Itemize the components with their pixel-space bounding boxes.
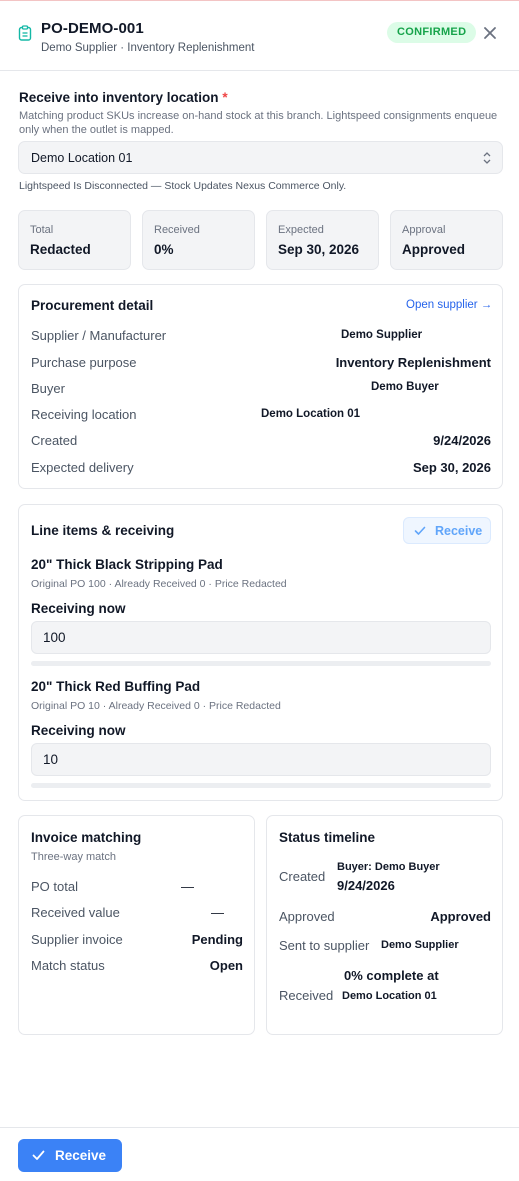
lightspeed-status-note: Lightspeed Is Disconnected — Stock Updat… [19,180,347,192]
clipboard-icon [18,25,32,41]
stat-label: Total [30,224,54,236]
line-item-meta: Original PO 100 · Already Received 0 · P… [31,578,287,590]
kv-value: Demo Supplier [341,329,423,341]
receive-button[interactable]: Receive [18,1139,122,1172]
kv-value: Demo Buyer [371,381,439,393]
stat-value: Redacted [30,242,91,257]
receiving-progress-bar [31,661,491,666]
kv-value: Inventory Replenishment [335,355,491,370]
receiving-qty-input[interactable] [31,743,491,776]
status-badge: CONFIRMED [387,22,477,43]
timeline-value: Approved [430,909,491,924]
status-timeline-title: Status timeline [279,830,376,845]
kv-label: Expected delivery [31,460,134,475]
receiving-qty-input[interactable] [31,621,491,654]
line-items-title: Line items & receiving [31,523,175,538]
kv-value: Pending [191,932,243,947]
receiving-progress-bar [31,783,491,788]
stat-value: 0% [154,242,174,257]
invoice-matching-card [18,815,255,1035]
check-icon [32,1150,45,1160]
close-icon[interactable] [481,24,499,42]
po-subtitle: Demo Supplier · Inventory Replenishment [41,42,255,54]
kv-label: Purchase purpose [31,355,137,370]
line-item-name: 20" Thick Red Buffing Pad [31,679,201,694]
stat-label: Expected [278,224,324,236]
receiving-now-label: Receiving now [31,601,126,616]
kv-value: — [181,879,194,894]
timeline-value: Buyer: Demo Buyer [337,861,440,873]
kv-label: Created [31,433,78,448]
kv-label: Received value [31,905,120,920]
chevron-up-down-icon [483,152,491,164]
line-item-meta: Original PO 10 · Already Received 0 · Pr… [31,700,281,712]
stat-total: Total Redacted [18,210,131,270]
kv-label: Match status [31,958,105,973]
po-number-title: PO-DEMO-001 [41,20,144,37]
stat-expected: Expected Sep 30, 2026 [266,210,379,270]
kv-label: PO total [31,879,78,894]
timeline-label: Received [279,988,334,1003]
stat-value: Sep 30, 2026 [278,242,360,257]
receive-items-button[interactable]: Receive [403,517,491,544]
timeline-label: Sent to supplier [279,938,370,953]
kv-label: Supplier invoice [31,932,123,947]
timeline-value: 9/24/2026 [337,878,395,893]
check-icon [414,526,426,535]
required-marker: * [222,90,228,105]
stat-label: Approval [402,224,446,236]
location-select[interactable]: Demo Location 01 [18,141,503,174]
stat-received: Received 0% [142,210,255,270]
kv-value: 9/24/2026 [433,433,491,448]
timeline-value: Demo Location 01 [342,990,437,1002]
receive-items-label: Receive [435,524,483,538]
kv-value: Open [209,958,243,973]
kv-label: Buyer [31,381,65,396]
stat-label: Received [154,224,200,236]
kv-value: — [211,905,224,920]
stat-value: Approved [402,242,466,257]
open-supplier-link[interactable]: Open supplier → [406,299,492,311]
drawer-header: PO-DEMO-001 Demo Supplier · Inventory Re… [0,0,519,71]
timeline-label: Approved [279,909,335,924]
invoice-matching-title: Invoice matching [31,830,142,845]
line-item-name: 20" Thick Black Stripping Pad [31,557,223,572]
kv-label: Receiving location [31,407,137,422]
kv-value: Demo Location 01 [261,408,361,420]
location-select-value: Demo Location 01 [31,151,133,165]
receiving-now-label: Receiving now [31,723,126,738]
timeline-value: 0% complete at [344,968,439,983]
kv-value: Sep 30, 2026 [412,460,491,475]
kv-label: Supplier / Manufacturer [31,328,167,343]
receive-location-help: Matching product SKUs increase on-hand s… [19,110,498,136]
timeline-value: Demo Supplier [381,939,459,951]
receive-location-label: Receive into inventory location * [19,90,228,105]
procurement-title: Procurement detail [31,298,154,313]
stat-approval: Approval Approved [390,210,503,270]
invoice-matching-subtitle: Three-way match [31,851,116,863]
receive-button-label: Receive [55,1148,107,1163]
timeline-label: Created [279,869,326,884]
